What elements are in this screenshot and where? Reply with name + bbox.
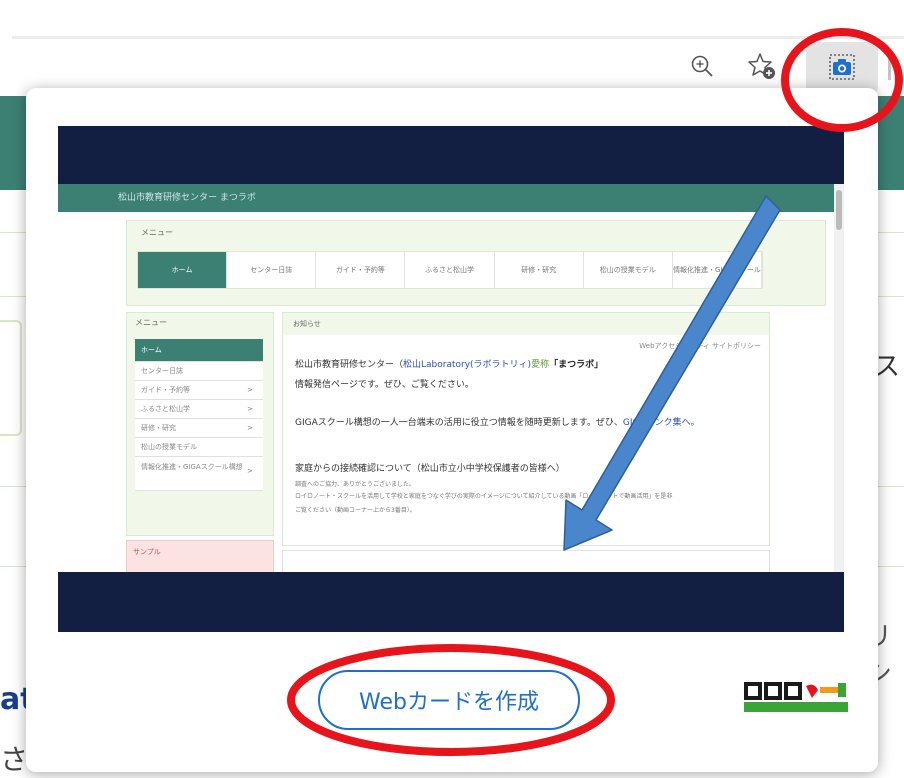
preview-policy-links: Webアクセシビリティ サイトポリシー xyxy=(639,342,761,350)
preview-nav-row: ホーム センター日誌 ガイド・予約等 ふるさと松山学 研修・研究 松山の授業モデ… xyxy=(137,251,763,289)
news-text: 愛称 xyxy=(531,360,550,370)
preview-nav-item: ホーム xyxy=(138,252,228,288)
browser-toolbar xyxy=(0,0,904,96)
preview-news-line: 情報発信ページです。ぜひ、ご覧ください。 xyxy=(295,380,474,390)
preview-side-item: ふるさと松山学 > xyxy=(135,400,263,419)
preview-news-panel: お知らせ Webアクセシビリティ サイトポリシー 松山市教育研修センター（松山L… xyxy=(282,312,770,546)
news-text: GIGAスクール構想の一人一台端末の活用に役立つ情報を随時更新します。ぜひ、 xyxy=(295,418,623,428)
preview-menu-label: メニュー xyxy=(141,228,173,237)
preview-nav-item: 情報化推進・GIGAスクール xyxy=(673,252,762,288)
chevron-right-icon: > xyxy=(247,424,253,432)
preview-side-item: 研修・研究 > xyxy=(135,419,263,438)
preview-nav-item: 松山の授業モデル xyxy=(584,252,673,288)
preview-nav-item: 研修・研究 xyxy=(495,252,584,288)
preview-nav-item: ガイド・予約等 xyxy=(316,252,406,288)
toolbar-divider xyxy=(888,54,891,80)
preview-nav-item: センター日誌 xyxy=(227,252,317,288)
chevron-right-icon: > xyxy=(247,386,253,394)
news-link: 松山Laboratory(ラボラトリィ) xyxy=(403,360,532,370)
preview-side-label: メニュー xyxy=(135,318,167,327)
preview-side-item: ホーム xyxy=(135,339,263,362)
news-text: 松山市教育研修センター（ xyxy=(295,360,404,370)
preview-nav-item: ふるさと松山学 xyxy=(405,252,495,288)
create-web-card-button[interactable]: Webカードを作成 xyxy=(318,670,580,730)
preview-news-line: 家庭からの接続確認について（松山市立小中学校保護者の皆様へ） xyxy=(295,464,565,474)
side-item-label: センター日誌 xyxy=(141,367,183,375)
preview-sample-box: サンプル xyxy=(126,540,274,572)
side-item-label: ふるさと松山学 xyxy=(141,405,190,413)
preview-side-item: センター日誌 xyxy=(135,362,263,381)
side-item-label: 情報化推進・GIGAスクール構想 xyxy=(141,463,243,471)
side-item-label: 研修・研究 xyxy=(141,424,176,432)
zoom-in-icon[interactable] xyxy=(684,48,720,84)
preview-news-small: ご覧ください（動画コーナー上から3番目）。 xyxy=(295,507,416,514)
preview-top-menu: メニュー ホーム センター日誌 ガイド・予約等 ふるさと松山学 研修・研究 松山… xyxy=(126,220,826,306)
side-item-label: ホーム xyxy=(141,346,162,354)
side-item-label: ガイド・予約等 xyxy=(141,386,190,394)
preview-sample-label: サンプル xyxy=(133,548,161,556)
preview-news-line: 松山市教育研修センター（松山Laboratory(ラボラトリィ)愛称「まつラボ」 xyxy=(295,357,603,370)
page-preview-screenshot: 松山市教育研修センター まつラボ メニュー ホーム センター日誌 ガイド・予約等… xyxy=(58,126,844,632)
add-favorite-icon[interactable] xyxy=(744,48,780,84)
chevron-right-icon: > xyxy=(247,467,253,475)
news-link: GIGAリンク集へ。 xyxy=(622,418,700,428)
preview-scrollbar xyxy=(834,184,844,572)
address-bar-edge xyxy=(12,36,904,39)
preview-side-item: 松山の授業モデル xyxy=(135,438,263,457)
preview-side-list: ホーム センター日誌 ガイド・予約等 > ふるさと松山学 > 研修・研究 > 松山の授… xyxy=(135,339,263,491)
preview-second-panel xyxy=(282,550,770,572)
screenshot-camera-icon[interactable] xyxy=(806,42,878,92)
preview-side-menu: メニュー ホーム センター日誌 ガイド・予約等 > ふるさと松山学 > 研修・研究 >… xyxy=(126,312,274,536)
side-item-label: 松山の授業モデル xyxy=(141,443,197,451)
preview-page: 松山市教育研修センター まつラボ メニュー ホーム センター日誌 ガイド・予約等… xyxy=(58,184,844,572)
background-box xyxy=(0,320,22,436)
preview-news-small: ロイロノート・スクールを活用して学校と家庭をつなぐ学びの実際のイメージについて紹… xyxy=(295,493,673,500)
loilonote-logo xyxy=(744,680,848,714)
preview-news-heading: お知らせ xyxy=(283,313,769,335)
chevron-right-icon: > xyxy=(247,405,253,413)
preview-side-item: 情報化推進・GIGAスクール構想 > xyxy=(135,457,263,491)
news-text: 「まつラボ」 xyxy=(549,360,604,370)
preview-news-small: 調査へのご協力、ありがとうございました。 xyxy=(295,481,416,488)
preview-side-item: ガイド・予約等 > xyxy=(135,381,263,400)
preview-news-line: GIGAスクール構想の一人一台端末の活用に役立つ情報を随時更新します。ぜひ、GI… xyxy=(295,415,700,428)
preview-site-header: 松山市教育研修センター まつラボ xyxy=(58,184,834,212)
preview-scroll-thumb xyxy=(836,190,842,230)
